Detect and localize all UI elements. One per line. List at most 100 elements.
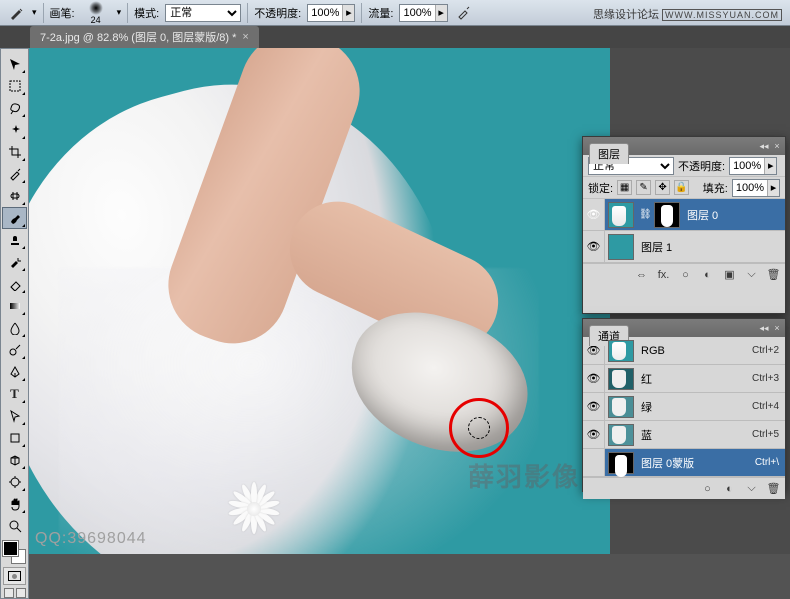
- channel-shortcut: Ctrl+\: [755, 457, 779, 468]
- close-icon[interactable]: ×: [772, 323, 782, 333]
- chevron-left-icon[interactable]: ◂◂: [759, 323, 769, 333]
- layers-list: 👁 ⛓ 图层 0 👁 图层 1: [583, 199, 785, 263]
- top-watermark: 思缘设计论坛WWW.MISSYUAN.COM: [593, 6, 782, 22]
- channel-name: 蓝: [641, 427, 652, 443]
- trash-icon[interactable]: 🗑: [766, 482, 781, 495]
- visibility-icon[interactable]: 👁: [583, 393, 605, 420]
- layers-tab[interactable]: 图层: [589, 143, 629, 164]
- healing-tool[interactable]: [2, 185, 27, 207]
- brush-label: 画笔:: [50, 5, 75, 21]
- channel-item[interactable]: 👁 蓝 Ctrl+5: [583, 421, 785, 449]
- quickmask-toggle[interactable]: [3, 567, 26, 585]
- lock-brush-icon[interactable]: ✎: [636, 180, 651, 195]
- close-icon[interactable]: ×: [772, 141, 782, 151]
- layer-item[interactable]: 👁 图层 1: [583, 231, 785, 263]
- channel-item[interactable]: 图层 0蒙版 Ctrl+\: [583, 449, 785, 477]
- history-brush-tool[interactable]: [2, 251, 27, 273]
- brush-preview[interactable]: 24: [81, 1, 111, 25]
- zoom-tool[interactable]: [2, 515, 27, 537]
- path-select-tool[interactable]: [2, 405, 27, 427]
- visibility-icon[interactable]: 👁: [583, 365, 605, 392]
- channels-panel: ◂◂ × 通道 👁 RGB Ctrl+2 👁 红 Ctrl+3 👁 绿 Ctrl…: [582, 318, 786, 492]
- color-swatches[interactable]: [2, 540, 27, 565]
- channel-name: RGB: [641, 345, 665, 357]
- lasso-tool[interactable]: [2, 97, 27, 119]
- layer-opacity-input[interactable]: 100%▸: [729, 157, 777, 175]
- move-tool[interactable]: [2, 53, 27, 75]
- new-channel-icon[interactable]: ⌵: [744, 482, 759, 495]
- channel-thumb: [608, 424, 634, 446]
- gradient-tool[interactable]: [2, 295, 27, 317]
- flow-label: 流量:: [368, 5, 393, 21]
- fx-icon[interactable]: fx.: [656, 269, 671, 281]
- channel-shortcut: Ctrl+4: [752, 401, 779, 412]
- pen-tool[interactable]: [2, 361, 27, 383]
- opacity-label: 不透明度:: [254, 5, 301, 21]
- screen-mode[interactable]: [4, 588, 26, 598]
- trash-icon[interactable]: 🗑: [766, 268, 781, 281]
- visibility-icon[interactable]: 👁: [583, 199, 605, 230]
- channel-item[interactable]: 👁 绿 Ctrl+4: [583, 393, 785, 421]
- brush-size-value: 24: [91, 15, 101, 25]
- 3d-camera-tool[interactable]: [2, 471, 27, 493]
- close-icon[interactable]: ×: [242, 31, 248, 43]
- channels-list: 👁 RGB Ctrl+2 👁 红 Ctrl+3 👁 绿 Ctrl+4 👁 蓝: [583, 337, 785, 477]
- fill-input[interactable]: 100%▸: [732, 179, 780, 197]
- stamp-tool[interactable]: [2, 229, 27, 251]
- channel-name: 图层 0蒙版: [641, 455, 694, 471]
- lock-all-icon[interactable]: 🔒: [674, 180, 689, 195]
- layer-thumb[interactable]: [608, 234, 634, 260]
- document-tab[interactable]: 7-2a.jpg @ 82.8% (图层 0, 图层蒙版/8) * ×: [30, 26, 259, 48]
- layer-name: 图层 0: [687, 207, 718, 223]
- eraser-tool[interactable]: [2, 273, 27, 295]
- shape-tool[interactable]: [2, 427, 27, 449]
- visibility-icon[interactable]: [583, 449, 605, 476]
- layer-name: 图层 1: [641, 239, 672, 255]
- brush-tool[interactable]: [2, 207, 27, 229]
- visibility-icon[interactable]: 👁: [583, 421, 605, 448]
- link-icon[interactable]: ⛓: [639, 209, 649, 220]
- hand-tool[interactable]: [2, 493, 27, 515]
- load-selection-icon[interactable]: ○: [700, 483, 715, 495]
- photo-watermark: 薛羽影像: [468, 457, 580, 494]
- channel-thumb: [608, 340, 634, 362]
- blend-mode-select[interactable]: 正常: [165, 4, 241, 22]
- lock-pixels-icon[interactable]: ▦: [617, 180, 632, 195]
- layer-item[interactable]: 👁 ⛓ 图层 0: [583, 199, 785, 231]
- tab-title: 7-2a.jpg @ 82.8% (图层 0, 图层蒙版/8) *: [40, 29, 236, 45]
- flow-input[interactable]: 100%▸: [399, 4, 447, 22]
- wand-tool[interactable]: [2, 119, 27, 141]
- tool-preset-icon[interactable]: [6, 3, 26, 23]
- qq-watermark: QQ:39698044: [35, 530, 147, 548]
- visibility-icon[interactable]: 👁: [583, 231, 605, 262]
- crop-tool[interactable]: [2, 141, 27, 163]
- mask-icon[interactable]: ○: [678, 269, 693, 281]
- save-selection-icon[interactable]: ◐: [722, 483, 737, 495]
- group-icon[interactable]: ▣: [722, 268, 737, 281]
- fill-label: 填充:: [703, 180, 728, 196]
- opacity-input[interactable]: 100%▸: [307, 4, 355, 22]
- marquee-tool[interactable]: [2, 75, 27, 97]
- document-image: QQ:39698044 薛羽影像: [29, 48, 610, 554]
- new-layer-icon[interactable]: ⌵: [744, 268, 759, 281]
- dodge-tool[interactable]: [2, 339, 27, 361]
- adjustment-icon[interactable]: ◐: [700, 269, 715, 281]
- highlight-circle: [449, 398, 509, 458]
- 3d-tool[interactable]: [2, 449, 27, 471]
- airbrush-icon[interactable]: [454, 3, 474, 23]
- tool-palette: T: [0, 48, 29, 599]
- layer-thumb[interactable]: [608, 202, 634, 228]
- document-tab-bar: 7-2a.jpg @ 82.8% (图层 0, 图层蒙版/8) * ×: [0, 26, 790, 48]
- mask-thumb[interactable]: [654, 202, 680, 228]
- channel-thumb: [608, 396, 634, 418]
- blur-tool[interactable]: [2, 317, 27, 339]
- type-tool[interactable]: T: [2, 383, 27, 405]
- channel-thumb: [608, 368, 634, 390]
- channel-item[interactable]: 👁 RGB Ctrl+2: [583, 337, 785, 365]
- channels-footer: ○ ◐ ⌵ 🗑: [583, 477, 785, 499]
- chevron-left-icon[interactable]: ◂◂: [759, 141, 769, 151]
- eyedropper-tool[interactable]: [2, 163, 27, 185]
- link-layers-icon[interactable]: ⇔: [634, 269, 649, 281]
- lock-move-icon[interactable]: ✥: [655, 180, 670, 195]
- channel-item[interactable]: 👁 红 Ctrl+3: [583, 365, 785, 393]
